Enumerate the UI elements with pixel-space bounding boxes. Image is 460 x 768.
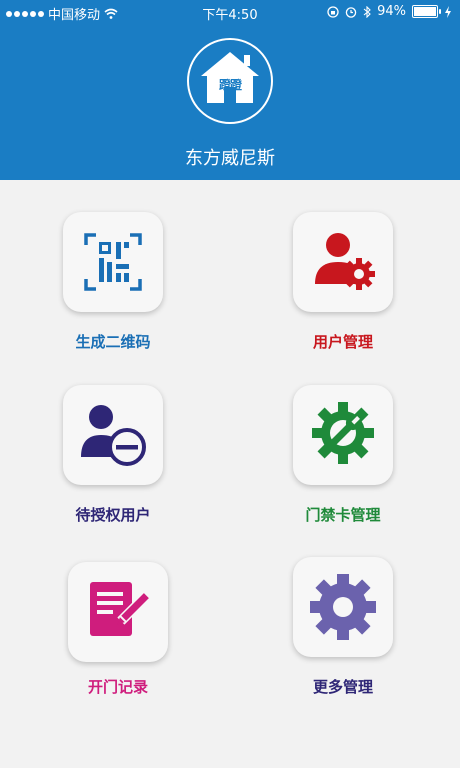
- user-management-label: 用户管理: [312, 333, 373, 351]
- pending-users-button[interactable]: [63, 385, 163, 485]
- header-banner: 中国移动 下午4:50 94% 蹬蹬 东方威尼斯: [0, 0, 460, 180]
- community-logo: 蹬蹬: [187, 38, 273, 124]
- status-bar: 中国移动 下午4:50 94%: [0, 0, 460, 24]
- edit-record-icon: [90, 582, 152, 636]
- user-management-button[interactable]: [293, 212, 393, 312]
- logo-text: 蹬蹬: [218, 78, 242, 92]
- bluetooth-icon: [363, 5, 371, 18]
- page-title: 东方威尼斯: [185, 148, 275, 169]
- status-right: 94%: [327, 4, 452, 19]
- gear-icon: [310, 574, 376, 640]
- alarm-icon: [345, 6, 357, 18]
- door-records-label: 开门记录: [87, 678, 148, 696]
- battery-percent: 94%: [377, 4, 406, 19]
- user-minus-icon: [81, 405, 146, 466]
- qr-code-icon: [84, 233, 142, 291]
- more-management-label: 更多管理: [312, 678, 373, 696]
- door-records-button[interactable]: [68, 562, 168, 662]
- access-card-management-button[interactable]: [293, 385, 393, 485]
- user-gear-icon: [315, 233, 375, 290]
- pending-users-label: 待授权用户: [75, 506, 151, 524]
- qr-code-button[interactable]: [63, 212, 163, 312]
- more-management-button[interactable]: [293, 557, 393, 657]
- access-card-management-label: 门禁卡管理: [305, 506, 381, 524]
- battery-icon: [412, 5, 441, 18]
- rotation-lock-icon: [327, 5, 339, 18]
- wrench-gear-icon: [312, 402, 374, 464]
- charging-icon: [445, 5, 451, 18]
- qr-code-label: 生成二维码: [75, 333, 151, 351]
